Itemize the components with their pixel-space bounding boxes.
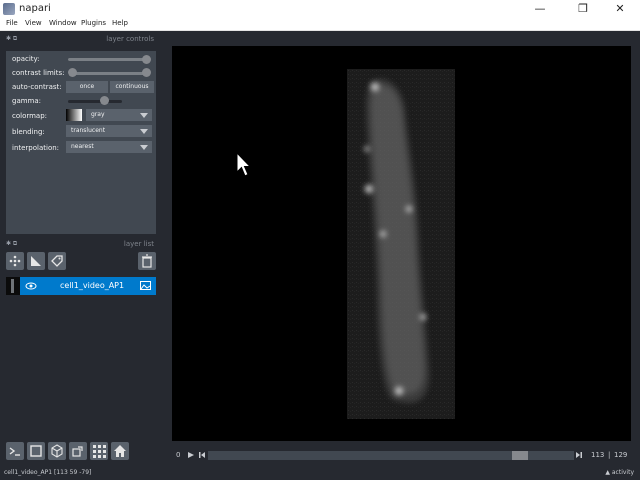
new-labels-layer-button[interactable] <box>48 252 66 270</box>
grid-icon <box>93 445 106 458</box>
close-button[interactable]: ✕ <box>600 0 640 18</box>
interpolation-label: interpolation: <box>12 144 60 152</box>
blending-value: translucent <box>71 127 106 134</box>
minimize-button[interactable]: — <box>520 0 560 18</box>
cell-image-drawing <box>347 69 455 419</box>
dims-current-value[interactable]: 113 <box>591 451 604 459</box>
blending-combo[interactable]: translucent <box>66 125 152 137</box>
menu-help[interactable]: Help <box>112 19 128 27</box>
gamma-label: gamma: <box>12 97 42 105</box>
opacity-slider-handle[interactable] <box>142 55 151 64</box>
new-points-layer-button[interactable] <box>6 252 24 270</box>
auto-contrast-label: auto-contrast: <box>12 83 62 91</box>
layer-name[interactable]: cell1_video_AP1 <box>60 281 124 290</box>
layer-thumbnail <box>6 277 20 295</box>
activity-label: activity <box>611 469 634 476</box>
blending-label: blending: <box>12 128 45 136</box>
colormap-combo[interactable]: gray <box>86 109 152 121</box>
image-layer-icon <box>140 281 151 290</box>
step-forward-icon[interactable] <box>575 451 583 459</box>
mouse-cursor-icon <box>236 152 252 177</box>
activity-button[interactable]: ▲ activity <box>605 469 634 476</box>
cell-image <box>347 69 455 419</box>
napari-logo-icon <box>3 3 15 15</box>
interpolation-combo[interactable]: nearest <box>66 141 152 153</box>
play-icon[interactable] <box>187 451 195 459</box>
interpolation-value: nearest <box>71 143 94 150</box>
dims-max-value: 129 <box>614 451 628 459</box>
colormap-thumbnail <box>66 109 82 121</box>
eye-icon[interactable] <box>25 281 37 291</box>
dims-slider-bar: 0 113 | 129 <box>172 447 632 462</box>
points-icon <box>9 255 21 267</box>
viewer-canvas[interactable] <box>172 46 631 441</box>
home-icon <box>114 445 126 457</box>
maximize-button[interactable]: ❐ <box>563 0 603 18</box>
once-button[interactable]: once <box>66 81 108 93</box>
square-icon <box>30 445 42 457</box>
layer-list <box>6 295 156 435</box>
menu-file[interactable]: File <box>6 19 18 27</box>
contrast-limits-fill <box>72 72 146 75</box>
dock-float-icon[interactable]: ✱ ⧉ <box>6 35 17 43</box>
transpose-dims-button[interactable] <box>69 442 87 460</box>
dock-float-icon[interactable]: ✱ ⧉ <box>6 240 17 248</box>
layer-controls-panel: opacity: contrast limits: auto-contrast:… <box>6 51 156 234</box>
continuous-button[interactable]: continuous <box>110 81 154 93</box>
title-bar: napari — ❐ ✕ <box>0 0 640 18</box>
trash-icon <box>142 254 152 268</box>
colormap-value: gray <box>91 111 105 118</box>
step-back-icon[interactable] <box>198 451 206 459</box>
transpose-icon <box>72 446 83 457</box>
new-shapes-layer-button[interactable] <box>27 252 45 270</box>
tag-icon <box>51 255 63 267</box>
menu-view[interactable]: View <box>25 19 42 27</box>
colormap-label: colormap: <box>12 112 48 120</box>
console-button[interactable] <box>6 442 24 460</box>
chevron-down-icon <box>140 129 148 134</box>
menu-bar: File View Window Plugins Help <box>0 18 640 31</box>
window-title: napari <box>19 3 51 14</box>
opacity-label: opacity: <box>12 55 40 63</box>
dims-start-label: 0 <box>176 451 181 459</box>
dims-slider-handle[interactable] <box>512 451 528 460</box>
ndisplay-button[interactable] <box>27 442 45 460</box>
chevron-down-icon <box>140 145 148 150</box>
menu-plugins[interactable]: Plugins <box>81 19 106 27</box>
status-text: cell1_video_AP1 [113 59 -79] <box>4 469 92 476</box>
gamma-slider-handle[interactable] <box>100 96 109 105</box>
cube-icon <box>51 444 63 458</box>
dims-separator: | <box>608 451 611 459</box>
shapes-icon <box>31 256 41 266</box>
home-button[interactable] <box>111 442 129 460</box>
left-dock: ✱ ⧉ layer controls opacity: contrast lim… <box>0 31 172 466</box>
dims-slider-track[interactable] <box>208 451 574 460</box>
menu-window[interactable]: Window <box>49 19 77 27</box>
layer-list-title: layer list <box>123 240 154 248</box>
roll-dims-button[interactable] <box>48 442 66 460</box>
contrast-max-handle[interactable] <box>142 68 151 77</box>
layer-controls-title: layer controls <box>106 35 154 43</box>
chevron-down-icon <box>140 113 148 118</box>
grid-view-button[interactable] <box>90 442 108 460</box>
terminal-icon <box>9 447 20 456</box>
gamma-slider[interactable] <box>68 100 122 103</box>
status-bar: cell1_video_AP1 [113 59 -79] ▲ activity <box>0 466 640 480</box>
contrast-min-handle[interactable] <box>68 68 77 77</box>
contrast-limits-label: contrast limits: <box>12 69 65 77</box>
opacity-slider-fill <box>68 58 150 61</box>
delete-layer-button[interactable] <box>138 252 156 270</box>
